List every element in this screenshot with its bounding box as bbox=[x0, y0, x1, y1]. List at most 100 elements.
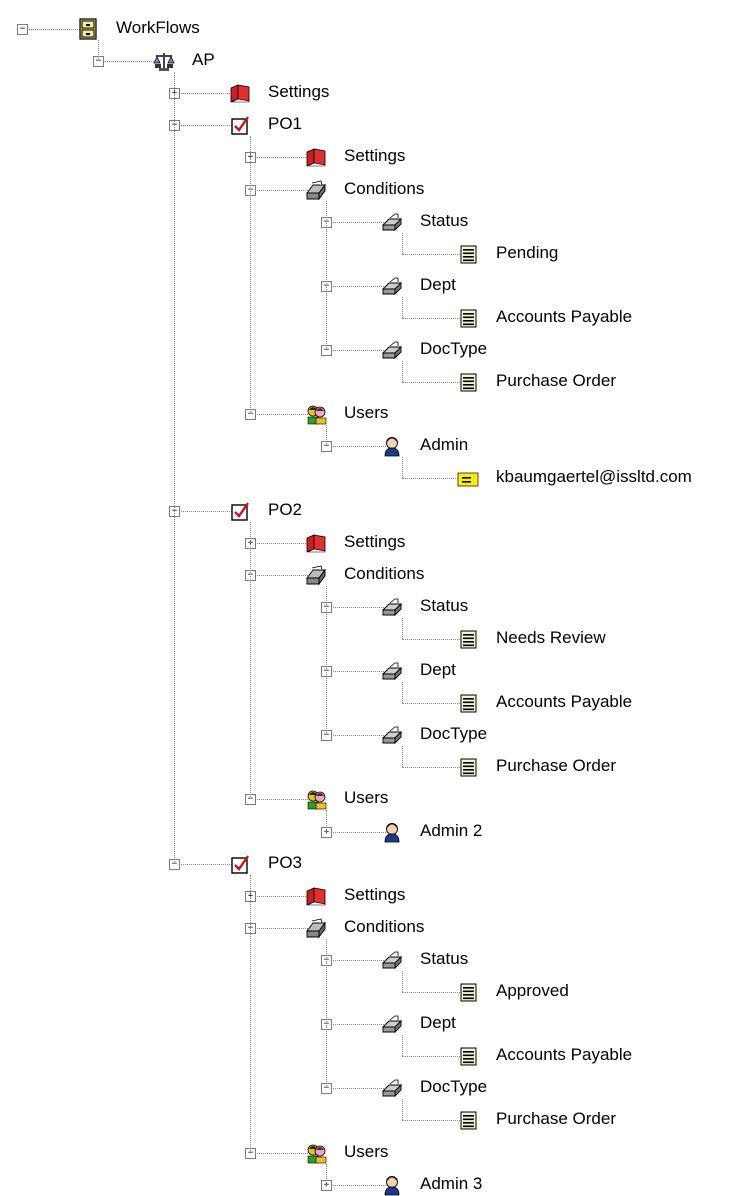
tree-connector-line bbox=[402, 254, 464, 255]
collapse-toggle[interactable]: − bbox=[17, 24, 28, 35]
tree-node-label[interactable]: Status bbox=[418, 949, 470, 969]
tree-connector-line bbox=[402, 318, 464, 319]
tree-connector-line bbox=[326, 960, 388, 961]
tree-connector-line bbox=[402, 992, 464, 993]
value-lines-icon bbox=[457, 307, 479, 329]
tree-node-label[interactable]: Needs Review bbox=[494, 628, 608, 648]
tree-branch-line bbox=[402, 361, 403, 382]
tree-branch-line bbox=[174, 72, 175, 864]
conditions-icon bbox=[305, 179, 327, 201]
condition-field-icon bbox=[381, 339, 403, 361]
condition-field-icon bbox=[381, 1013, 403, 1035]
tree-branch-line bbox=[402, 971, 403, 992]
tree-node-label[interactable]: Accounts Payable bbox=[494, 307, 634, 327]
tree-connector-line bbox=[250, 543, 312, 544]
tree-connector-line bbox=[174, 93, 236, 94]
tree-connector-line bbox=[402, 1120, 464, 1121]
tree-node-label[interactable]: Conditions bbox=[342, 179, 426, 199]
tree-node-label[interactable]: DocType bbox=[418, 339, 489, 359]
tree-node-label[interactable]: Dept bbox=[418, 660, 458, 680]
tree-node-label[interactable]: PO3 bbox=[266, 853, 304, 873]
tree-node-label[interactable]: Accounts Payable bbox=[494, 692, 634, 712]
tree-node-label[interactable]: WorkFlows bbox=[114, 18, 202, 38]
user-icon bbox=[381, 435, 403, 457]
tree-node-label[interactable]: Settings bbox=[342, 532, 407, 552]
tree-connector-line bbox=[326, 671, 388, 672]
tree-node-label[interactable]: Approved bbox=[494, 981, 571, 1001]
tree-connector-line bbox=[326, 735, 388, 736]
tree-connector-line bbox=[326, 222, 388, 223]
tree-node-label[interactable]: Pending bbox=[494, 243, 560, 263]
value-lines-icon bbox=[457, 692, 479, 714]
tree-node-label[interactable]: Admin 3 bbox=[418, 1174, 484, 1194]
tree-node-label[interactable]: Status bbox=[418, 596, 470, 616]
tree-connector-line bbox=[174, 125, 236, 126]
tree-branch-line bbox=[326, 1164, 327, 1185]
settings-book-icon bbox=[305, 885, 327, 907]
tree-node-label[interactable]: Conditions bbox=[342, 564, 426, 584]
workflow-tree-view[interactable]: − WorkFlows − AP + Settings − PO1 + Settings − Cond… bbox=[0, 0, 748, 1196]
tree-node-label[interactable]: Users bbox=[342, 1142, 390, 1162]
conditions-icon bbox=[305, 564, 327, 586]
tree-connector-line bbox=[22, 29, 84, 30]
tree-connector-line bbox=[402, 703, 464, 704]
tree-node-label[interactable]: Users bbox=[342, 403, 390, 423]
tree-branch-line bbox=[250, 136, 251, 414]
tree-connector-line bbox=[250, 575, 312, 576]
tree-node-label[interactable]: Admin bbox=[418, 435, 470, 455]
tree-node-label[interactable]: Purchase Order bbox=[494, 371, 618, 391]
tree-node-label[interactable]: Dept bbox=[418, 1013, 458, 1033]
tree-node-label[interactable]: DocType bbox=[418, 1077, 489, 1097]
tree-node-label[interactable]: Settings bbox=[342, 885, 407, 905]
tree-node-label[interactable]: Settings bbox=[342, 146, 407, 166]
tree-branch-line bbox=[250, 522, 251, 799]
tree-connector-line bbox=[250, 414, 312, 415]
tree-connector-line bbox=[326, 1185, 388, 1186]
users-icon bbox=[305, 788, 327, 810]
cabinet-icon bbox=[77, 18, 99, 40]
tree-node-label[interactable]: Conditions bbox=[342, 917, 426, 937]
tree-connector-line bbox=[326, 446, 388, 447]
tree-node-label[interactable]: Dept bbox=[418, 275, 458, 295]
tree-node-label[interactable]: PO1 bbox=[266, 114, 304, 134]
tree-branch-line bbox=[402, 618, 403, 639]
tree-node-label[interactable]: Users bbox=[342, 788, 390, 808]
tree-connector-line bbox=[326, 350, 388, 351]
tree-node-label[interactable]: Status bbox=[418, 211, 470, 231]
tree-branch-line bbox=[402, 1035, 403, 1056]
tree-node-label[interactable]: Purchase Order bbox=[494, 756, 618, 776]
tree-node-label[interactable]: AP bbox=[190, 50, 217, 70]
tree-node-label[interactable]: Accounts Payable bbox=[494, 1045, 634, 1065]
tree-branch-line bbox=[402, 297, 403, 318]
tree-connector-line bbox=[250, 190, 312, 191]
tree-branch-line bbox=[326, 586, 327, 735]
tree-node-label[interactable]: Settings bbox=[266, 82, 331, 102]
tree-node-label[interactable]: kbaumgaertel@issltd.com bbox=[494, 467, 694, 487]
checkbox-icon bbox=[229, 500, 251, 522]
tree-node-label[interactable]: Admin 2 bbox=[418, 821, 484, 841]
scales-icon bbox=[153, 50, 175, 72]
tree-branch-line bbox=[402, 746, 403, 767]
tree-branch-line bbox=[326, 810, 327, 832]
tree-branch-line bbox=[402, 682, 403, 703]
tree-connector-line bbox=[326, 832, 388, 833]
settings-book-icon bbox=[229, 82, 251, 104]
tree-connector-line bbox=[326, 286, 388, 287]
tree-branch-line bbox=[402, 1099, 403, 1120]
settings-book-icon bbox=[305, 146, 327, 168]
tree-node-label[interactable]: DocType bbox=[418, 724, 489, 744]
tree-branch-line bbox=[402, 233, 403, 254]
tree-connector-line bbox=[326, 1088, 388, 1089]
tree-node-label[interactable]: Purchase Order bbox=[494, 1109, 618, 1129]
value-lines-icon bbox=[457, 981, 479, 1003]
value-lines-icon bbox=[457, 628, 479, 650]
tree-connector-line bbox=[250, 928, 312, 929]
value-lines-icon bbox=[457, 371, 479, 393]
user-icon bbox=[381, 821, 403, 843]
tree-connector-line bbox=[402, 478, 464, 479]
tree-connector-line bbox=[98, 61, 160, 62]
tree-connector-line bbox=[174, 864, 236, 865]
tree-branch-line bbox=[402, 457, 403, 478]
tree-node-label[interactable]: PO2 bbox=[266, 500, 304, 520]
tree-branch-line bbox=[98, 40, 99, 61]
